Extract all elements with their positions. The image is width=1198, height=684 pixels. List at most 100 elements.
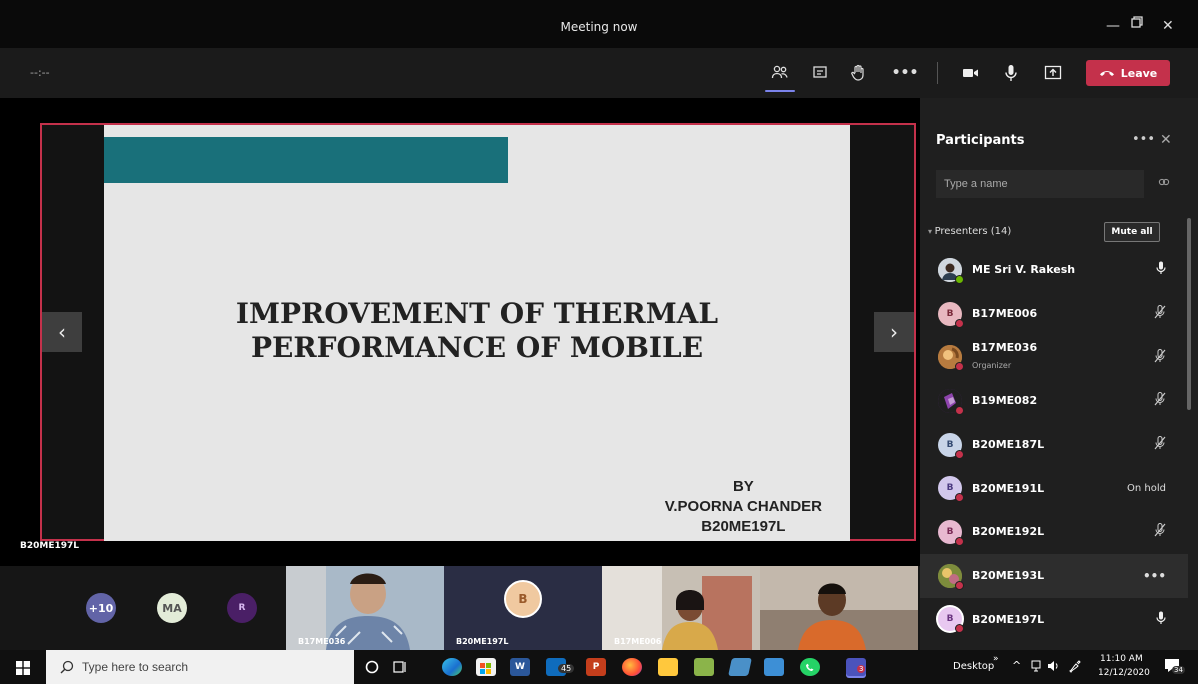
- hang-up-icon: [1099, 71, 1114, 76]
- mic-muted-icon: [1154, 348, 1166, 366]
- presentation-slide: IMPROVEMENT OF THERMAL PERFORMANCE OF MO…: [104, 125, 850, 541]
- participant-row[interactable]: B B20ME187L: [920, 423, 1188, 467]
- avatar: [938, 345, 964, 372]
- more-actions-button[interactable]: •••: [892, 60, 919, 86]
- start-button[interactable]: [16, 660, 30, 679]
- participant-row[interactable]: B B17ME006: [920, 292, 1188, 336]
- task-view-button[interactable]: [392, 659, 408, 679]
- tile-name: B17ME036: [298, 637, 346, 646]
- participant-name: B20ME193L: [972, 569, 1045, 583]
- next-slide-button[interactable]: ›: [874, 312, 914, 352]
- avatar: [938, 388, 964, 415]
- participant-name: B19ME082: [972, 394, 1038, 408]
- more-participants-button[interactable]: +10: [86, 593, 116, 623]
- participant-row[interactable]: B B20ME192L: [920, 510, 1188, 554]
- close-window-button[interactable]: ✕: [1162, 18, 1174, 34]
- window-title: Meeting now: [560, 20, 638, 34]
- participants-scrollbar[interactable]: [1187, 218, 1191, 410]
- pen-icon[interactable]: [1068, 659, 1082, 676]
- share-screen-button[interactable]: [1040, 60, 1066, 86]
- participant-row[interactable]: B19ME082: [920, 379, 1188, 423]
- presence-busy-icon: [955, 405, 964, 415]
- participant-row[interactable]: B20ME193L •••: [920, 553, 1188, 598]
- whatsapp-icon[interactable]: [800, 658, 820, 676]
- minimize-button[interactable]: —: [1106, 18, 1120, 34]
- powerpoint-icon[interactable]: P: [586, 658, 606, 676]
- file-explorer-icon[interactable]: [658, 658, 678, 676]
- panel-title: Participants: [936, 133, 1025, 148]
- avatar: B: [938, 476, 964, 503]
- video-tile-participant[interactable]: [760, 566, 918, 650]
- meeting-toolbar: --:-- ••• Leave: [0, 48, 1198, 98]
- participant-more-options-button[interactable]: •••: [1143, 569, 1166, 583]
- camera-button[interactable]: [958, 60, 984, 86]
- slide-by-label: BY: [732, 478, 754, 495]
- taskbar-search-input[interactable]: [46, 650, 354, 684]
- panel-close-button[interactable]: ✕: [1160, 132, 1172, 148]
- firefox-icon[interactable]: [622, 658, 642, 676]
- clock-time[interactable]: 11:10 AM: [1100, 654, 1143, 664]
- avatar-initial: B: [946, 483, 954, 494]
- presenters-label: Presenters (14): [934, 226, 1012, 237]
- participant-row[interactable]: B17ME036 Organizer: [920, 335, 1188, 379]
- cortana-button[interactable]: [364, 659, 380, 679]
- previous-slide-button[interactable]: ‹: [42, 312, 82, 352]
- desktop-toolbar-label[interactable]: Desktop: [953, 661, 994, 672]
- chevron-left-icon: ‹: [58, 320, 66, 344]
- mail-badge: 45: [558, 664, 575, 673]
- maximize-button[interactable]: [1131, 16, 1143, 32]
- restore-icon: [1131, 16, 1143, 28]
- slide-accent-bar: [104, 137, 508, 183]
- participant-row[interactable]: ME Sri V. Rakesh: [920, 248, 1188, 292]
- chat-icon: [813, 66, 827, 78]
- slide-title-line2: PERFORMANCE OF MOBILE: [250, 331, 704, 364]
- presence-available-icon: [955, 274, 964, 284]
- participants-panel: Participants ••• ✕ ▾ Presenters (14) Mut…: [920, 98, 1198, 650]
- participant-name: B20ME191L: [972, 481, 1045, 495]
- network-icon[interactable]: [1030, 659, 1042, 676]
- slide-title-line1: IMPROVEMENT OF THERMAL: [235, 297, 719, 330]
- mic-muted-icon: [1154, 436, 1166, 453]
- task-view-icon: [393, 661, 406, 673]
- video-camera-icon: [963, 69, 978, 77]
- participants-toggle-button[interactable]: [765, 60, 795, 92]
- people-icon: [771, 65, 788, 79]
- chat-button[interactable]: [807, 60, 833, 86]
- panel-more-options-button[interactable]: •••: [1132, 132, 1155, 147]
- toolbar-expand-icon[interactable]: »: [993, 654, 999, 664]
- tile-name: B20ME197L: [456, 637, 509, 646]
- video-tile-b17me036[interactable]: B17ME036: [286, 566, 444, 650]
- link-icon: [1158, 178, 1170, 186]
- microphone-button[interactable]: [998, 60, 1024, 86]
- volume-icon[interactable]: [1046, 659, 1060, 676]
- participant-search-input[interactable]: [936, 170, 1144, 198]
- participant-row[interactable]: B B20ME197L: [920, 598, 1188, 642]
- close-icon: ✕: [1160, 132, 1172, 148]
- presenters-section-toggle[interactable]: ▾ Presenters (14): [928, 226, 1011, 237]
- word-icon[interactable]: W: [510, 658, 530, 676]
- avatar: [938, 257, 964, 284]
- microsoft-store-icon[interactable]: [476, 658, 496, 676]
- participant-name: B17ME036: [972, 341, 1038, 355]
- meeting-timer: --:--: [30, 66, 50, 79]
- clock-date[interactable]: 12/12/2020: [1098, 668, 1150, 678]
- mail-icon[interactable]: 45: [546, 658, 575, 676]
- video-tile-b20me197l[interactable]: B B20ME197L: [444, 566, 602, 650]
- notepad-app-icon[interactable]: [694, 658, 714, 676]
- video-gallery: +10 MA R B17ME036 B B20ME197L B17ME006: [0, 566, 920, 650]
- show-hidden-icons-button[interactable]: ^: [1012, 659, 1021, 672]
- raise-hand-button[interactable]: [845, 60, 871, 86]
- share-invite-icon[interactable]: [1158, 176, 1170, 191]
- notifications-button[interactable]: 34: [1164, 658, 1185, 676]
- mute-all-button[interactable]: Mute all: [1104, 222, 1160, 242]
- edge-browser-icon[interactable]: [442, 658, 462, 676]
- video-tile-b17me006[interactable]: B17ME006: [602, 566, 760, 650]
- teams-icon[interactable]: 3: [846, 658, 866, 676]
- slide-title: IMPROVEMENT OF THERMAL PERFORMANCE OF MO…: [104, 297, 850, 365]
- app-icon[interactable]: [764, 658, 784, 676]
- participant-row[interactable]: B B20ME191L On hold: [920, 466, 1188, 510]
- leave-button[interactable]: Leave: [1086, 60, 1170, 86]
- presence-busy-icon: [955, 493, 964, 503]
- avatar: B: [938, 432, 964, 459]
- paint-app-icon[interactable]: [728, 658, 752, 676]
